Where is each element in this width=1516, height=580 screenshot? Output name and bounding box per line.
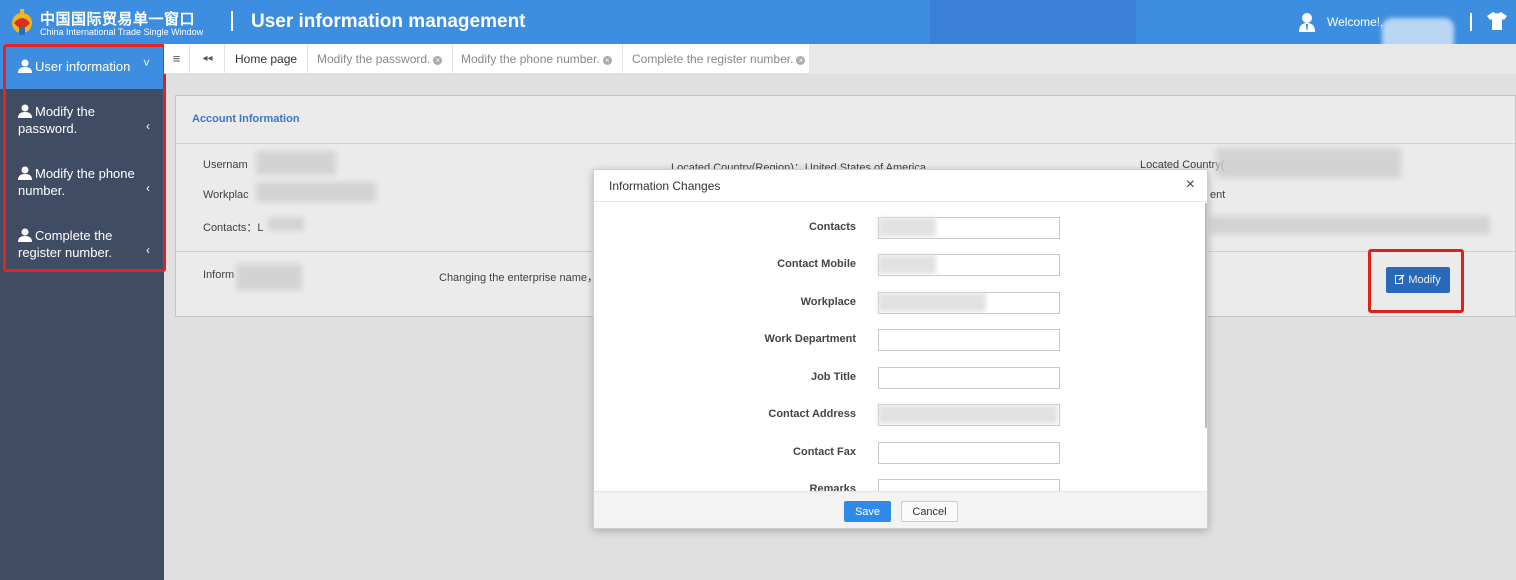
dialog-scrollbar[interactable] (1205, 203, 1207, 428)
cancel-button[interactable]: Cancel (901, 501, 958, 522)
form-row-job-title: Job Title (594, 367, 1205, 389)
field-label: Work Department (764, 333, 856, 345)
remarks-input[interactable] (878, 479, 1060, 491)
header-decoration (930, 0, 1136, 44)
value-redacted (878, 255, 936, 274)
field-label: Contacts (808, 221, 856, 233)
menu-toggle-icon[interactable]: ≡ (164, 44, 190, 74)
chevron-left-icon: ‹ (146, 181, 150, 195)
field-label: Workplace (800, 296, 856, 308)
sidebar: User information ˅ Modify the password. … (0, 44, 164, 580)
tab-label: Modify the password. (317, 52, 431, 66)
welcome-text: Welcome!, (1327, 15, 1384, 29)
dialog-title: Information Changes (609, 179, 721, 193)
field-label: Contact Address (768, 408, 856, 420)
close-icon[interactable]: × (1186, 177, 1195, 193)
chevron-left-icon: ‹ (146, 119, 150, 133)
tab-label: Home page (235, 52, 298, 66)
field-label: Contact Mobile (777, 258, 856, 270)
form-row-contact-address: Contact Address (594, 404, 1205, 426)
page-title: User information management (251, 11, 526, 32)
sidebar-item-label: Complete the register number. (18, 228, 113, 260)
single-window-logo-icon (12, 9, 32, 35)
close-icon[interactable]: × (796, 56, 806, 65)
work-department-input[interactable] (878, 329, 1060, 351)
chevron-down-icon: ˅ (142, 56, 150, 70)
top-header: 中国国际贸易单一窗口 China International Trade Sin… (0, 0, 1516, 52)
field-label: Remarks (809, 483, 856, 491)
save-button[interactable]: Save (844, 501, 891, 522)
person-icon (18, 59, 32, 73)
tab-modify-phone[interactable]: Modify the phone number. × (451, 44, 623, 74)
form-row-contacts: Contacts (594, 217, 1205, 239)
sidebar-item-modify-password[interactable]: Modify the password. ‹ (0, 99, 164, 151)
close-icon[interactable]: × (433, 56, 443, 65)
form-row-remarks: Remarks (594, 479, 1205, 491)
information-changes-dialog: Information Changes × Contacts Contact M… (593, 169, 1208, 529)
tab-bar: ≡ ◂◂ Home page Modify the password. × Mod… (164, 44, 1516, 74)
tab-home-page[interactable]: Home page (225, 44, 309, 74)
brand-name-cn: 中国国际贸易单一窗口 (40, 11, 196, 28)
value-redacted (878, 405, 1058, 424)
sidebar-item-modify-phone[interactable]: Modify the phone number. ‹ (0, 161, 164, 213)
theme-shirt-icon[interactable] (1486, 11, 1508, 31)
form-row-work-department: Work Department (594, 329, 1205, 351)
form-row-workplace: Workplace (594, 292, 1205, 314)
header-divider (231, 11, 233, 31)
sidebar-item-label: User information (35, 59, 131, 74)
value-redacted (878, 218, 936, 237)
dialog-header: Information Changes × (594, 170, 1207, 202)
field-label: Contact Fax (793, 446, 856, 458)
person-icon (18, 228, 32, 242)
form-row-contact-mobile: Contact Mobile (594, 254, 1205, 276)
job-title-input[interactable] (878, 367, 1060, 389)
header-divider-right (1470, 13, 1472, 31)
dialog-form: Contacts Contact Mobile Workplace Work D… (594, 203, 1205, 491)
sidebar-item-complete-register-number[interactable]: Complete the register number. ‹ (0, 223, 164, 275)
sidebar-item-label: Modify the phone number. (18, 166, 135, 198)
tab-label: Complete the register number. (632, 52, 794, 66)
close-icon[interactable]: × (602, 56, 612, 65)
person-icon (18, 104, 32, 118)
chevron-left-icon: ‹ (146, 243, 150, 257)
dialog-footer: Save Cancel (594, 491, 1207, 528)
brand-name-en: China International Trade Single Window (40, 27, 204, 37)
value-redacted (878, 293, 986, 312)
scroll-tabs-left-icon[interactable]: ◂◂ (191, 44, 225, 74)
tab-bar-empty-area (809, 44, 1516, 74)
user-icon[interactable] (1298, 12, 1316, 32)
tab-label: Modify the phone number. (461, 52, 600, 66)
tab-complete-register-number[interactable]: Complete the register number. × (622, 44, 817, 74)
form-row-contact-fax: Contact Fax (594, 442, 1205, 464)
field-label: Job Title (810, 371, 856, 383)
tab-modify-password[interactable]: Modify the password. × (307, 44, 454, 74)
sidebar-item-user-information[interactable]: User information ˅ (0, 44, 164, 89)
person-icon (18, 166, 32, 180)
contact-fax-input[interactable] (878, 442, 1060, 464)
